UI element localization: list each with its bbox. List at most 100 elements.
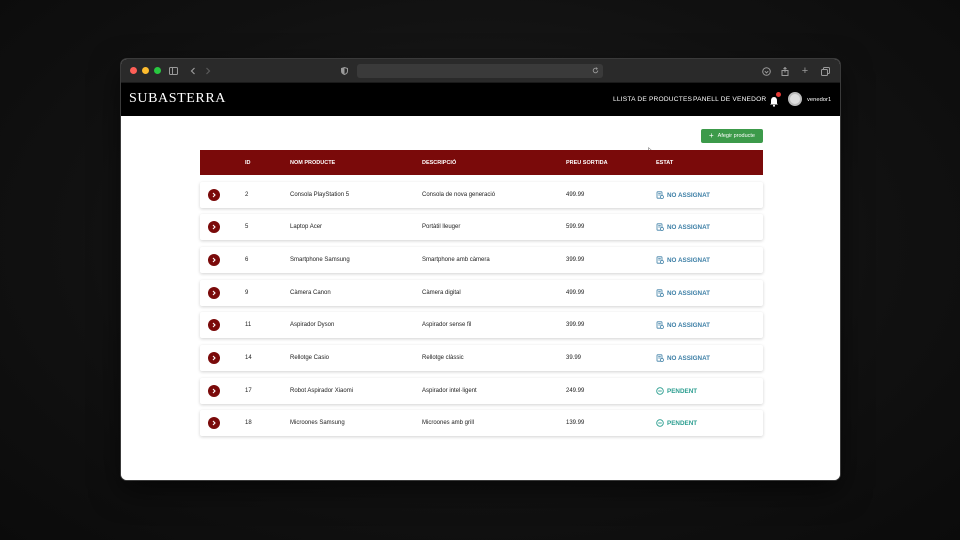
notification-badge bbox=[776, 92, 781, 97]
product-description: Portàtil lleuger bbox=[422, 224, 461, 230]
close-window-button[interactable] bbox=[130, 67, 137, 74]
table-row[interactable]: 2 Consola PlayStation 5 Consola de nova ge… bbox=[200, 182, 763, 208]
status-label: NO ASSIGNAT bbox=[667, 289, 711, 297]
unassigned-document-icon bbox=[656, 223, 664, 231]
sidebar-toggle-icon[interactable] bbox=[167, 59, 179, 83]
expand-row-icon[interactable] bbox=[208, 221, 220, 233]
window-controls bbox=[130, 67, 161, 74]
brand-logo[interactable]: Subasterra bbox=[129, 91, 226, 107]
minimize-window-button[interactable] bbox=[142, 67, 149, 74]
expand-row-icon[interactable] bbox=[208, 352, 220, 364]
new-tab-icon[interactable]: + bbox=[800, 59, 810, 83]
product-description: Consola de nova generació bbox=[422, 192, 496, 198]
product-id: 11 bbox=[245, 322, 252, 328]
table-row[interactable]: 9 Càmera Canon Càmera digital 499.99 NO ASSI… bbox=[200, 280, 763, 306]
table-row[interactable]: 17 Robot Aspirador Xiaomi Aspirador intel·… bbox=[200, 378, 763, 404]
table-row[interactable]: 11 Aspirador Dyson Aspirador sense fil 399.… bbox=[200, 312, 763, 338]
column-header-description: DESCRIPCIÓ bbox=[422, 159, 457, 166]
pending-clock-icon bbox=[656, 419, 664, 427]
product-price: 499.99 bbox=[566, 192, 585, 198]
product-name: Smartphone Samsung bbox=[290, 257, 350, 263]
product-id: 6 bbox=[245, 257, 249, 263]
product-price: 399.99 bbox=[566, 257, 585, 263]
status-label: NO ASSIGNAT bbox=[667, 256, 711, 264]
avatar[interactable] bbox=[788, 92, 802, 106]
product-name: Laptop Acer bbox=[290, 224, 323, 230]
product-id: 9 bbox=[245, 290, 249, 296]
product-price: 399.99 bbox=[566, 322, 585, 328]
product-price: 599.99 bbox=[566, 224, 585, 230]
add-product-label: Afegir producte bbox=[717, 133, 755, 139]
maximize-window-button[interactable] bbox=[154, 67, 161, 74]
status-badge: NO ASSIGNAT bbox=[656, 345, 710, 371]
privacy-shield-icon[interactable] bbox=[339, 59, 349, 83]
product-description: Rellotge clàssic bbox=[422, 355, 464, 361]
status-label: NO ASSIGNAT bbox=[667, 191, 711, 199]
product-name: Càmera Canon bbox=[290, 290, 331, 296]
product-id: 17 bbox=[245, 388, 252, 394]
product-price: 139.99 bbox=[566, 420, 585, 426]
product-name: Consola PlayStation 5 bbox=[290, 192, 350, 198]
browser-toolbar: + bbox=[121, 59, 840, 83]
unassigned-document-icon bbox=[656, 256, 664, 264]
expand-row-icon[interactable] bbox=[208, 385, 220, 397]
expand-row-icon[interactable] bbox=[208, 417, 220, 429]
unassigned-document-icon bbox=[656, 321, 664, 329]
unassigned-document-icon bbox=[656, 289, 664, 297]
product-name: Rellotge Casio bbox=[290, 355, 330, 361]
status-badge: NO ASSIGNAT bbox=[656, 214, 710, 240]
nav-seller-panel-link[interactable]: PANELL DE VENEDOR bbox=[693, 83, 766, 116]
product-description: Aspirador sense fil bbox=[422, 322, 472, 328]
product-description: Microones amb grill bbox=[422, 420, 475, 426]
product-id: 5 bbox=[245, 224, 249, 230]
column-header-price: PREU SORTIDA bbox=[566, 159, 608, 166]
status-badge: NO ASSIGNAT bbox=[656, 182, 710, 208]
tab-overview-icon[interactable] bbox=[820, 59, 830, 83]
product-price: 249.99 bbox=[566, 388, 585, 394]
expand-row-icon[interactable] bbox=[208, 189, 220, 201]
status-label: PENDENT bbox=[667, 419, 698, 427]
unassigned-document-icon bbox=[656, 191, 664, 199]
nav-products-link[interactable]: LLISTA DE PRODUCTES bbox=[613, 83, 692, 116]
share-icon[interactable] bbox=[780, 59, 790, 83]
status-badge: PENDENT bbox=[656, 378, 697, 404]
back-icon[interactable] bbox=[188, 59, 198, 83]
app-header: Subasterra LLISTA DE PRODUCTES PANELL DE… bbox=[121, 83, 840, 116]
status-label: NO ASSIGNAT bbox=[667, 354, 711, 362]
forward-icon[interactable] bbox=[203, 59, 213, 83]
download-icon[interactable] bbox=[761, 59, 771, 83]
product-id: 14 bbox=[245, 355, 252, 361]
username-label[interactable]: venedor1 bbox=[807, 83, 831, 116]
column-header-name: NOM PRODUCTE bbox=[290, 159, 336, 166]
browser-window: + Subasterra LLISTA DE PRODUCTES PANELL … bbox=[121, 59, 840, 480]
column-header-status: ESTAT bbox=[656, 159, 674, 166]
table-row[interactable]: 18 Microones Samsung Microones amb grill 13… bbox=[200, 410, 763, 436]
expand-row-icon[interactable] bbox=[208, 287, 220, 299]
product-name: Robot Aspirador Xiaomi bbox=[290, 388, 354, 394]
expand-row-icon[interactable] bbox=[208, 319, 220, 331]
status-badge: NO ASSIGNAT bbox=[656, 280, 710, 306]
table-row[interactable]: 6 Smartphone Samsung Smartphone amb càmera… bbox=[200, 247, 763, 273]
reload-icon[interactable] bbox=[592, 66, 599, 76]
product-price: 39.99 bbox=[566, 355, 582, 361]
expand-row-icon[interactable] bbox=[208, 254, 220, 266]
product-description: Aspirador intel·ligent bbox=[422, 388, 477, 394]
table-row[interactable]: 5 Laptop Acer Portàtil lleuger 599.99 NO ASS… bbox=[200, 214, 763, 240]
product-price: 499.99 bbox=[566, 290, 585, 296]
add-product-button[interactable]: + Afegir producte bbox=[701, 129, 763, 143]
product-name: Aspirador Dyson bbox=[290, 322, 335, 328]
status-label: NO ASSIGNAT bbox=[667, 321, 711, 329]
products-table-header: ID NOM PRODUCTE DESCRIPCIÓ PREU SORTIDA … bbox=[200, 150, 763, 175]
table-row[interactable]: 14 Rellotge Casio Rellotge clàssic 39.99 NO … bbox=[200, 345, 763, 371]
pending-clock-icon bbox=[656, 387, 664, 395]
status-badge: PENDENT bbox=[656, 410, 697, 436]
product-description: Càmera digital bbox=[422, 290, 461, 296]
status-badge: NO ASSIGNAT bbox=[656, 312, 710, 338]
product-name: Microones Samsung bbox=[290, 420, 345, 426]
mouse-cursor-icon bbox=[648, 142, 654, 155]
unassigned-document-icon bbox=[656, 354, 664, 362]
main-content: + Afegir producte ID NOM PRODUCTE DESCRI… bbox=[121, 116, 840, 480]
product-id: 18 bbox=[245, 420, 252, 426]
address-bar[interactable] bbox=[357, 64, 603, 78]
column-header-id: ID bbox=[245, 159, 251, 166]
